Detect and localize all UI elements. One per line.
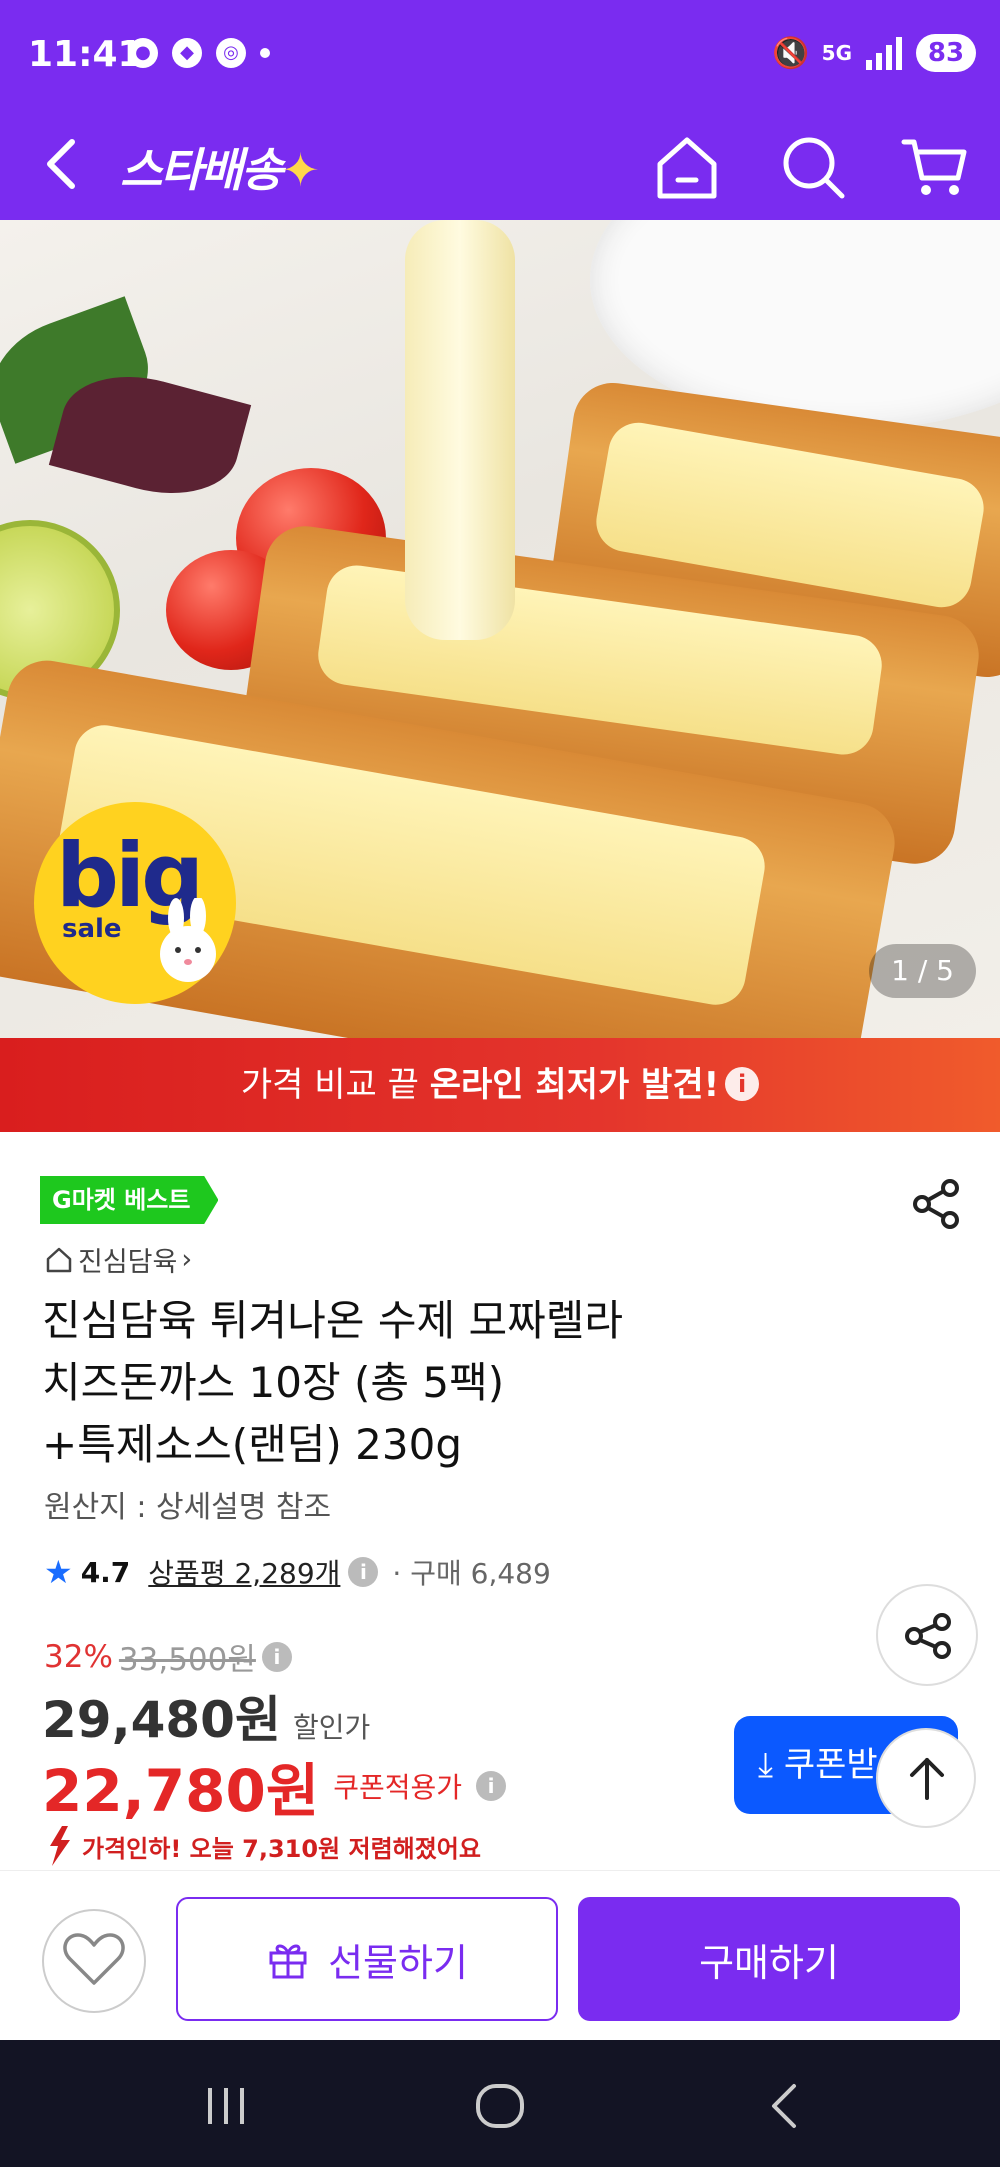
product-title: 진심담육 튀겨나온 수제 모짜렐라 치즈돈까스 10장 (총 5팩) +특제소스… <box>42 1290 742 1476</box>
big-sale-badge: big sale <box>34 802 236 1004</box>
price-drop-text: 가격인하! 오늘 7,310원 저렴해졌어요 <box>82 1834 481 1863</box>
recent-apps-icon[interactable] <box>196 2076 256 2136</box>
network-type: 5G <box>821 41 852 65</box>
notification-app-icon: ● <box>128 38 158 68</box>
coupon-price: 22,780원 <box>42 1757 320 1825</box>
coupon-button-label: 쿠폰받 <box>783 1745 878 1785</box>
gift-icon <box>269 1944 307 1979</box>
store-name: 진심담육 <box>78 1247 178 1278</box>
chrome-icon: ◎ <box>216 38 246 68</box>
cart-icon[interactable] <box>898 130 972 204</box>
buy-button[interactable]: 구매하기 <box>578 1897 960 2021</box>
bunny-icon <box>160 898 216 982</box>
price-drop-notice: 가격인하! 오늘 7,310원 저렴해졌어요 <box>44 1826 481 1866</box>
home-nav-icon[interactable] <box>470 2076 530 2136</box>
notification-app-icon: ◆ <box>172 38 202 68</box>
heart-icon <box>63 1933 125 1985</box>
notification-icons: ● ◆ ◎ <box>128 38 270 68</box>
store-home-icon <box>46 1247 72 1272</box>
original-price: 33,500원 <box>118 1642 256 1678</box>
product-image-carousel[interactable]: big sale 1 / 5 <box>0 220 1000 1038</box>
signal-icon <box>866 37 902 70</box>
review-count-link[interactable]: 상품평 2,289개 <box>148 1552 340 1592</box>
coupon-price-row: 22,780원 쿠폰적용가 i <box>42 1744 506 1828</box>
buy-button-label: 구매하기 <box>699 1940 839 1985</box>
star-icon: ★ <box>44 1553 73 1591</box>
price-down-arrow-icon <box>50 1826 70 1866</box>
share-icon[interactable] <box>908 1176 964 1232</box>
status-time: 11:41 <box>28 34 143 75</box>
arrow-up-icon <box>910 1758 944 1800</box>
purchase-count: · 구매 6,489 <box>392 1557 551 1590</box>
discount-percent: 32% <box>44 1638 113 1675</box>
info-icon[interactable]: i <box>725 1067 760 1101</box>
image-pager: 1 / 5 <box>869 944 976 998</box>
wishlist-button[interactable] <box>42 1909 146 2013</box>
product-title-line: +특제소스(랜덤) 230g <box>42 1420 462 1469</box>
best-badge: G마켓 베스트 <box>40 1176 219 1224</box>
sparkle-icon: ✦ <box>281 143 320 197</box>
big-sale-subtext: sale <box>62 914 122 944</box>
chevron-right-icon: › <box>181 1244 193 1275</box>
system-navigation-bar <box>0 2040 1000 2167</box>
rating-value: 4.7 <box>80 1555 131 1589</box>
coupon-price-label: 쿠폰적용가 <box>333 1771 462 1804</box>
info-icon[interactable]: i <box>476 1771 506 1801</box>
rating-row: ★ 4.7 상품평 2,289개 i · 구매 6,489 <box>44 1552 551 1592</box>
lowest-price-banner[interactable]: 가격 비교 끝 온라인 최저가 발견! i <box>0 1038 1000 1132</box>
share-icon <box>905 1613 951 1659</box>
system-status-icons: 🔇 5G 83 <box>772 34 976 72</box>
search-icon[interactable] <box>776 130 850 204</box>
more-notifications-dot-icon <box>260 48 270 58</box>
sale-price-label: 할인가 <box>292 1711 371 1744</box>
status-bar: 11:41 ● ◆ ◎ 🔇 5G 83 <box>0 0 1000 112</box>
bottom-action-bar: 선물하기 구매하기 <box>0 1870 1000 2040</box>
cheese-stretch <box>405 220 515 640</box>
brand-name: 스타배송 <box>120 143 283 197</box>
discount-row: 32% 33,500원 i <box>44 1634 292 1679</box>
mute-icon: 🔇 <box>772 35 810 71</box>
gift-button[interactable]: 선물하기 <box>176 1897 558 2021</box>
purchase-count-text: 구매 6,489 <box>410 1557 551 1590</box>
app-header: 스타배송✦ <box>0 112 1000 220</box>
store-link[interactable]: 진심담육 › <box>44 1240 192 1279</box>
scroll-top-button[interactable] <box>876 1728 976 1828</box>
download-icon: ⤓ <box>758 1745 784 1785</box>
sale-price-row: 29,480원 할인가 <box>42 1680 370 1752</box>
product-title-line: 진심담육 튀겨나온 수제 모짜렐라 <box>42 1296 624 1345</box>
chevron-left-icon[interactable] <box>34 132 94 196</box>
product-title-line: 치즈돈까스 10장 (총 5팩) <box>42 1358 505 1407</box>
info-icon[interactable]: i <box>348 1557 379 1587</box>
battery-indicator: 83 <box>916 34 976 72</box>
floating-share-button[interactable] <box>876 1584 978 1686</box>
gift-button-label: 선물하기 <box>328 1940 468 1985</box>
home-icon[interactable] <box>650 130 724 204</box>
info-icon[interactable]: i <box>261 1641 292 1672</box>
banner-prefix: 가격 비교 끝 <box>240 1065 430 1105</box>
sale-price: 29,480원 <box>42 1691 281 1749</box>
back-nav-icon[interactable] <box>756 2076 816 2136</box>
brand-logo[interactable]: 스타배송✦ <box>120 134 320 200</box>
banner-highlight: 온라인 최저가 발견! <box>429 1065 720 1105</box>
origin-info: 원산지 : 상세설명 참조 <box>44 1490 332 1525</box>
